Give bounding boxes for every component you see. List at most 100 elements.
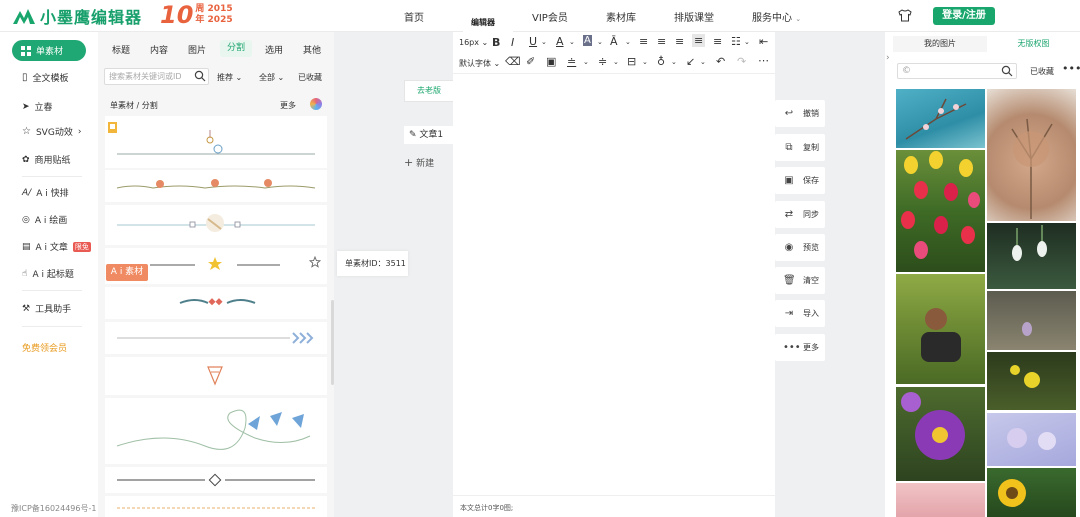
photo-blossom-sky[interactable] [896,89,985,148]
chevron-down-icon[interactable]: ⌄ [569,38,575,46]
login-button[interactable]: 登录/注册 [933,7,995,25]
photo-dried-flowers[interactable] [987,89,1076,221]
sync-button[interactable]: ⇄ 同步 [775,201,825,228]
collected-filter[interactable]: 已收藏 [1030,66,1054,77]
category-title[interactable]: 标题 [112,43,130,56]
arrow-downleft-icon[interactable]: ↙ [686,55,695,68]
photo-pink-blossom[interactable] [896,483,985,517]
category-used[interactable]: 选用 [265,43,283,56]
bold-icon[interactable]: B [492,36,500,49]
chevron-down-icon[interactable]: ⌄ [625,38,631,46]
chevron-right-icon[interactable]: › [886,53,890,63]
material-card[interactable] [105,496,327,517]
category-image[interactable]: 图片 [188,43,206,56]
photo-tulips[interactable] [896,150,985,272]
category-content[interactable]: 内容 [150,43,168,56]
highlight-color-icon[interactable]: A [583,35,592,46]
category-other[interactable]: 其他 [303,43,321,56]
category-divider-active[interactable]: 分割 [220,40,252,57]
sidebar-item-ai-title[interactable]: ☝ A i 起标题 [22,267,74,281]
clear-button[interactable]: 🗑 清空 [775,267,825,294]
font-color-icon[interactable]: A [556,35,564,48]
star-icon[interactable] [309,256,321,268]
chevron-down-icon[interactable]: ⌄ [744,38,750,46]
material-card[interactable] [105,322,327,354]
nav-service[interactable]: 服务中心 ⌄ [752,9,801,24]
filter-sort-dropdown[interactable]: 推荐 ⌄ [217,72,242,83]
icp-record[interactable]: 豫ICP备16024496号-1 [11,503,96,514]
font-family-select[interactable]: 默认字体 ⌄ [459,58,500,69]
bulb-icon[interactable]: ♁ [657,55,665,68]
nav-home[interactable]: 首页 [404,9,424,24]
photo-crocus[interactable] [987,291,1076,350]
color-palette-icon[interactable] [310,98,322,110]
chevron-down-icon[interactable]: ⌄ [642,58,648,66]
material-card[interactable] [105,116,327,168]
chevron-down-icon[interactable]: ⌄ [671,58,677,66]
image-icon[interactable]: ▣ [546,55,556,68]
search-icon[interactable] [1001,65,1013,77]
align-right-icon[interactable]: ≡ [675,35,684,48]
list-icon[interactable]: ☷ [731,35,741,48]
filter-collected[interactable]: 已收藏 [298,72,322,83]
import-button[interactable]: ⇥ 导入 [775,300,825,327]
sidebar-item-full-template[interactable]: ▯ 全文模板 [22,71,69,84]
more-icon[interactable]: ••• [1062,62,1080,75]
redo-icon[interactable]: ↷ [737,55,746,68]
photo-sunflower[interactable] [987,468,1076,517]
material-scrollbar[interactable] [331,300,334,385]
document-item[interactable]: ✎ 文章1 [404,126,454,144]
clear-format-icon[interactable]: Ā [610,35,618,48]
editor-canvas[interactable] [453,32,775,517]
sidebar-item-single-material[interactable]: 单素材 [12,40,86,61]
photo-snowdrops[interactable] [987,223,1076,289]
align-left-icon[interactable]: ≡ [639,35,648,48]
preview-button[interactable]: ◉ 预览 [775,234,825,261]
material-card[interactable] [105,287,327,319]
material-card[interactable] [105,398,327,464]
material-card[interactable] [105,170,327,202]
font-size-select[interactable]: 16px ⌄ [459,38,488,47]
format-brush-icon[interactable]: ✐ [526,55,535,68]
collapse-toolbar-icon[interactable]: ⇤ [759,35,768,48]
photo-primrose[interactable] [896,387,985,481]
free-vip-link[interactable]: 免费领会员 [22,341,67,354]
undo-button[interactable]: ↩ 撤销 [775,100,825,127]
chevron-down-icon[interactable]: ⌄ [583,58,589,66]
underline-style-icon[interactable]: ≐ [567,55,576,68]
brand-logo[interactable]: 小墨鹰编辑器 [12,5,142,27]
align-justify-icon[interactable]: ≡ [692,34,706,47]
material-card[interactable] [105,205,327,245]
more-link[interactable]: 更多 [280,100,296,111]
chevron-down-icon[interactable]: ⌄ [613,58,619,66]
photo-yellow-flowers[interactable] [987,352,1076,410]
align-center-icon[interactable]: ≡ [657,35,666,48]
material-card[interactable] [105,357,327,395]
material-card[interactable] [105,467,327,493]
sidebar-item-ai-article[interactable]: ▤ A i 文章 限免 [22,240,91,253]
line-height-icon[interactable]: ≑ [598,55,607,68]
nav-vip[interactable]: VIP会员 [532,9,568,24]
copy-button[interactable]: ⧉ 复制 [775,134,825,161]
image-search-input[interactable]: © [897,63,1017,79]
italic-icon[interactable]: I [511,36,514,49]
chevron-down-icon[interactable]: ⌄ [700,58,706,66]
tab-my-images[interactable]: 我的图片 [893,36,987,52]
nav-course[interactable]: 排版课堂 [674,9,714,24]
old-version-button[interactable]: 去老版 [404,80,454,102]
save-button[interactable]: ▣ 保存 [775,167,825,194]
indent-icon[interactable]: ≡ [713,35,722,48]
undo-icon[interactable]: ↶ [716,55,725,68]
underline-icon[interactable]: U [529,35,537,48]
nav-library[interactable]: 素材库 [606,9,636,24]
more-button[interactable]: ••• 更多 [775,334,825,361]
chevron-down-icon[interactable]: ⌄ [541,38,547,46]
eraser-icon[interactable]: ⌫ [505,55,521,68]
sidebar-item-tools[interactable]: ⚒ 工具助手 [22,302,71,316]
spacing-icon[interactable]: ⊟ [627,55,636,68]
sidebar-item-ai-draw[interactable]: ◎ A i 绘画 [22,213,67,227]
sidebar-item-svg[interactable]: ☆ SVG动效 › [22,125,81,138]
tshirt-icon[interactable] [898,9,912,22]
sidebar-item-stickers[interactable]: ✿ 商用贴纸 [22,153,71,167]
chevron-down-icon[interactable]: ⌄ [597,38,603,46]
